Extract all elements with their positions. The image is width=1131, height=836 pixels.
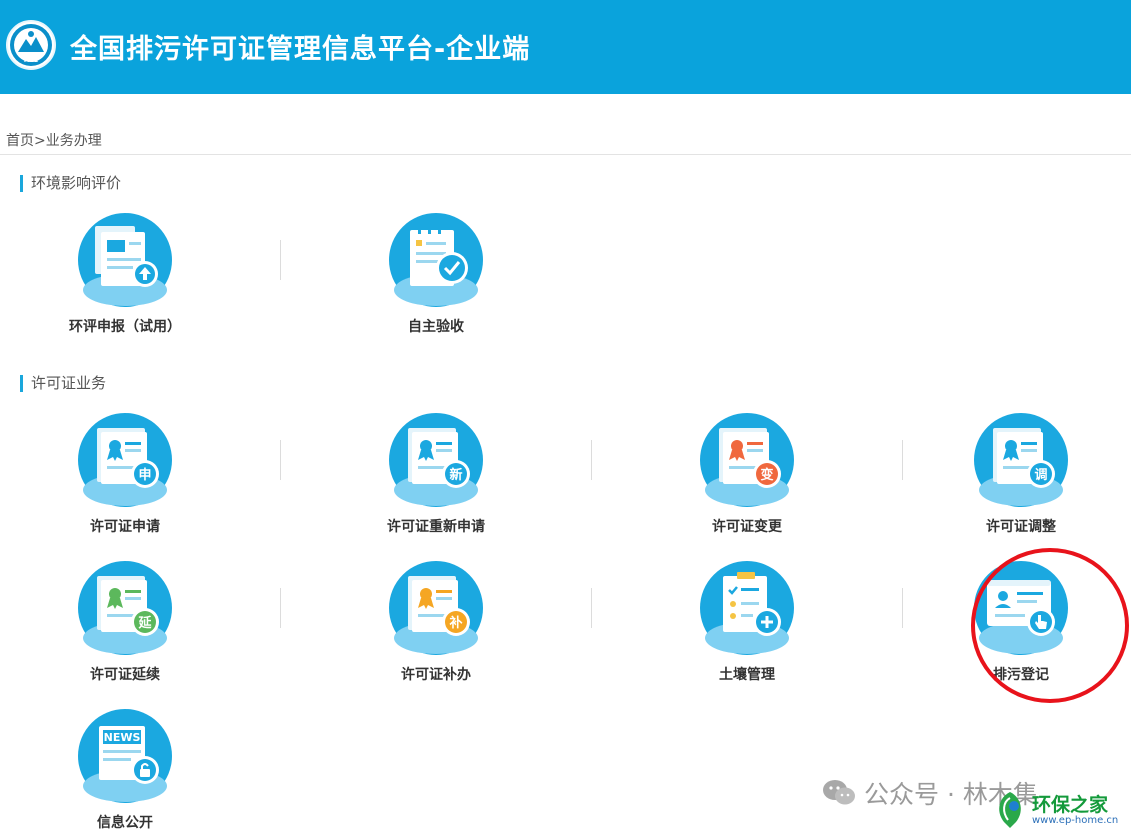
tile-license-change[interactable]: 变 许可证变更 <box>637 412 857 547</box>
tile-separator <box>902 588 903 628</box>
license-adjust-icon: 调 <box>973 412 1069 508</box>
ep-home-icon <box>999 792 1021 828</box>
ep-home-name: 环保之家 <box>1032 794 1109 816</box>
tile-label: 许可证重新申请 <box>387 519 485 535</box>
tile-eia-report[interactable]: 环评申报（试用） <box>15 212 235 347</box>
badge-text: 申 <box>138 467 151 483</box>
breadcrumb-divider <box>0 154 1131 155</box>
site-title: 全国排污许可证管理信息平台-企业端 <box>70 34 531 65</box>
badge-text: 变 <box>760 467 773 483</box>
ep-home-logo: 环保之家 www.ep-home.cn <box>992 786 1127 832</box>
badge-text: 延 <box>137 615 152 631</box>
header-bar: MEE 全国排污许可证管理信息平台-企业端 <box>0 0 1131 94</box>
tile-license-extend[interactable]: 延 许可证延续 <box>15 560 235 695</box>
tile-label: 许可证调整 <box>986 519 1056 535</box>
breadcrumb-separator: > <box>34 133 46 149</box>
license-apply-icon: 申 <box>77 412 173 508</box>
tile-label: 许可证申请 <box>90 519 160 535</box>
wechat-icon <box>822 779 856 813</box>
tile-label: 环评申报（试用） <box>69 319 181 335</box>
tile-label: 许可证延续 <box>90 667 160 683</box>
tile-license-reissue[interactable]: 补 许可证补办 <box>326 560 546 695</box>
tile-license-adjust[interactable]: 调 许可证调整 <box>911 412 1131 547</box>
badge-text: 调 <box>1034 468 1047 483</box>
breadcrumb: 首页>业务办理 <box>6 130 102 150</box>
tile-label: 自主验收 <box>408 319 464 335</box>
logo-text: MEE <box>24 57 38 64</box>
ep-home-url: www.ep-home.cn <box>1032 815 1119 826</box>
news-text: NEWS <box>104 731 141 744</box>
tile-separator <box>280 240 281 280</box>
breadcrumb-home-link[interactable]: 首页 <box>6 133 34 149</box>
breadcrumb-current: 业务办理 <box>45 133 102 149</box>
tile-info-disclosure[interactable]: NEWS 信息公开 <box>15 708 235 836</box>
tile-license-apply[interactable]: 申 许可证申请 <box>15 412 235 547</box>
badge-text: 补 <box>448 615 462 631</box>
document-upload-icon <box>77 212 173 308</box>
license-change-icon: 变 <box>699 412 795 508</box>
tile-separator <box>591 440 592 480</box>
license-extend-icon: 延 <box>77 560 173 656</box>
license-reapply-icon: 新 <box>388 412 484 508</box>
tile-separator <box>591 588 592 628</box>
tile-soil-management[interactable]: 土壤管理 <box>637 560 857 695</box>
tile-label: 许可证变更 <box>712 519 782 535</box>
tile-label: 土壤管理 <box>719 667 775 683</box>
license-reissue-icon: 补 <box>388 560 484 656</box>
tile-label: 许可证补办 <box>401 667 471 683</box>
tile-self-acceptance[interactable]: 自主验收 <box>326 212 546 347</box>
mee-logo[interactable]: MEE <box>6 20 56 70</box>
soil-checklist-icon <box>699 560 795 656</box>
tile-separator <box>280 588 281 628</box>
document-check-icon <box>388 212 484 308</box>
tile-separator <box>280 440 281 480</box>
section-title-license: 许可证业务 <box>20 375 106 392</box>
tile-license-reapply[interactable]: 新 许可证重新申请 <box>326 412 546 547</box>
section-title-eia: 环境影响评价 <box>20 175 121 192</box>
highlight-circle-annotation <box>971 548 1129 703</box>
tile-separator <box>902 440 903 480</box>
news-lock-icon: NEWS <box>77 708 173 804</box>
tile-label: 信息公开 <box>97 815 153 831</box>
badge-text: 新 <box>449 467 462 483</box>
